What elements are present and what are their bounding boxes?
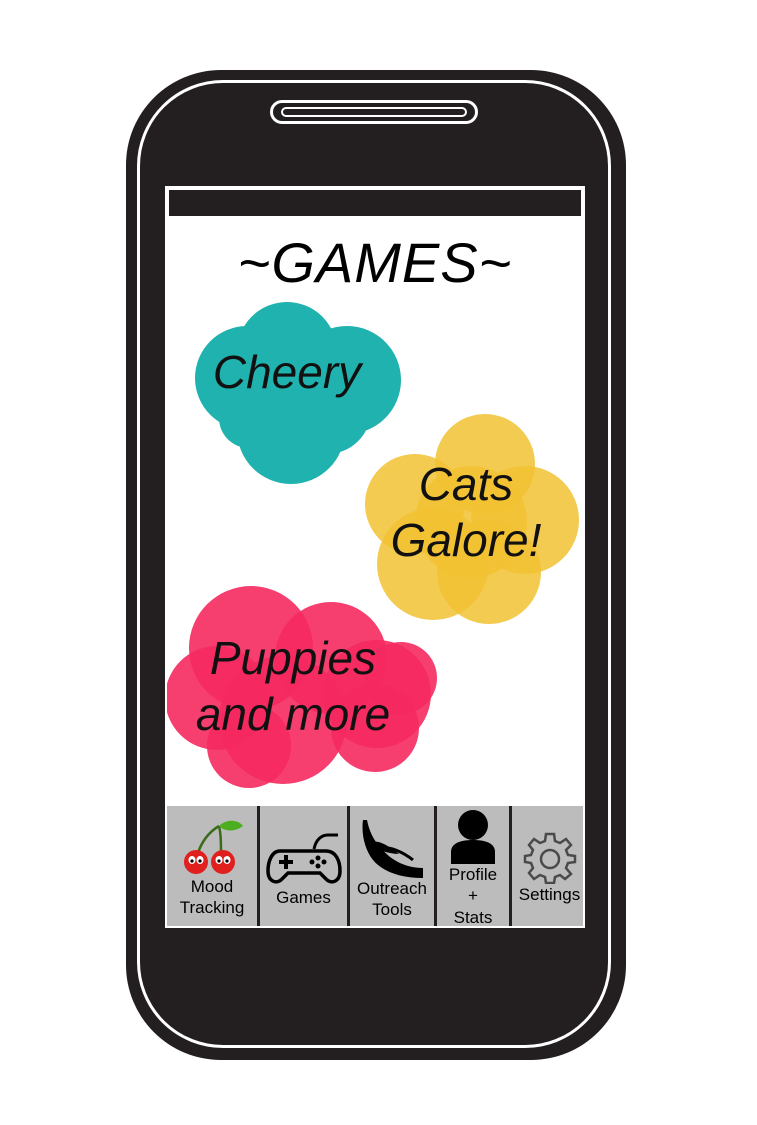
game-cats-label: Cats Galore! <box>363 460 569 565</box>
status-bar <box>167 188 583 218</box>
nav-label-games: Games <box>276 888 331 908</box>
game-cats-label-line2: Galore! <box>390 514 542 567</box>
game-cheery-label: Cheery <box>212 346 362 398</box>
nav-label-profile-line1: Profile <box>448 865 498 885</box>
bottom-nav-bar: Mood Tracking Games Outreach Tools Profi… <box>167 806 583 927</box>
nav-label-profile-line2: + <box>468 886 478 906</box>
person-icon <box>451 810 495 865</box>
nav-label-outreach-line2: Tools <box>372 900 412 919</box>
nav-item-mood-tracking[interactable]: Mood Tracking <box>167 806 257 926</box>
nav-item-profile-stats[interactable]: Profile + Stats <box>437 806 509 927</box>
game-puppies-label-line1: Puppies <box>209 632 377 684</box>
game-cats-label-line1: Cats <box>418 458 514 510</box>
nav-label-outreach-line1: Outreach <box>357 878 427 898</box>
hand-icon <box>362 819 423 878</box>
game-puppies-button[interactable]: Puppies and more <box>167 586 443 796</box>
nav-label-profile: Profile + Stats <box>448 864 498 927</box>
nav-label-mood-line2: Tracking <box>179 898 245 917</box>
gamepad-icon <box>265 833 342 884</box>
page-title: ~GAMES~ <box>237 231 513 294</box>
nav-label-profile-line3: Stats <box>453 907 493 927</box>
nav-label-outreach: Outreach Tools <box>357 878 427 921</box>
cherry-icon <box>184 820 243 874</box>
nav-label-settings: Settings <box>518 885 581 905</box>
nav-item-games[interactable]: Games <box>260 806 347 926</box>
game-puppies-label-line2: and more <box>195 688 391 741</box>
nav-label-mood-line1: Mood <box>190 876 234 896</box>
gear-icon <box>523 833 576 885</box>
nav-item-settings[interactable]: Settings <box>512 806 583 926</box>
app-screen: ~GAMES~ Cheery Cats Galore! Puppies and … <box>165 186 585 928</box>
game-puppies-label: Puppies and more <box>167 632 423 741</box>
nav-item-outreach-tools[interactable]: Outreach Tools <box>350 806 434 926</box>
phone-speaker <box>270 100 478 124</box>
nav-label-mood: Mood Tracking <box>180 876 245 919</box>
